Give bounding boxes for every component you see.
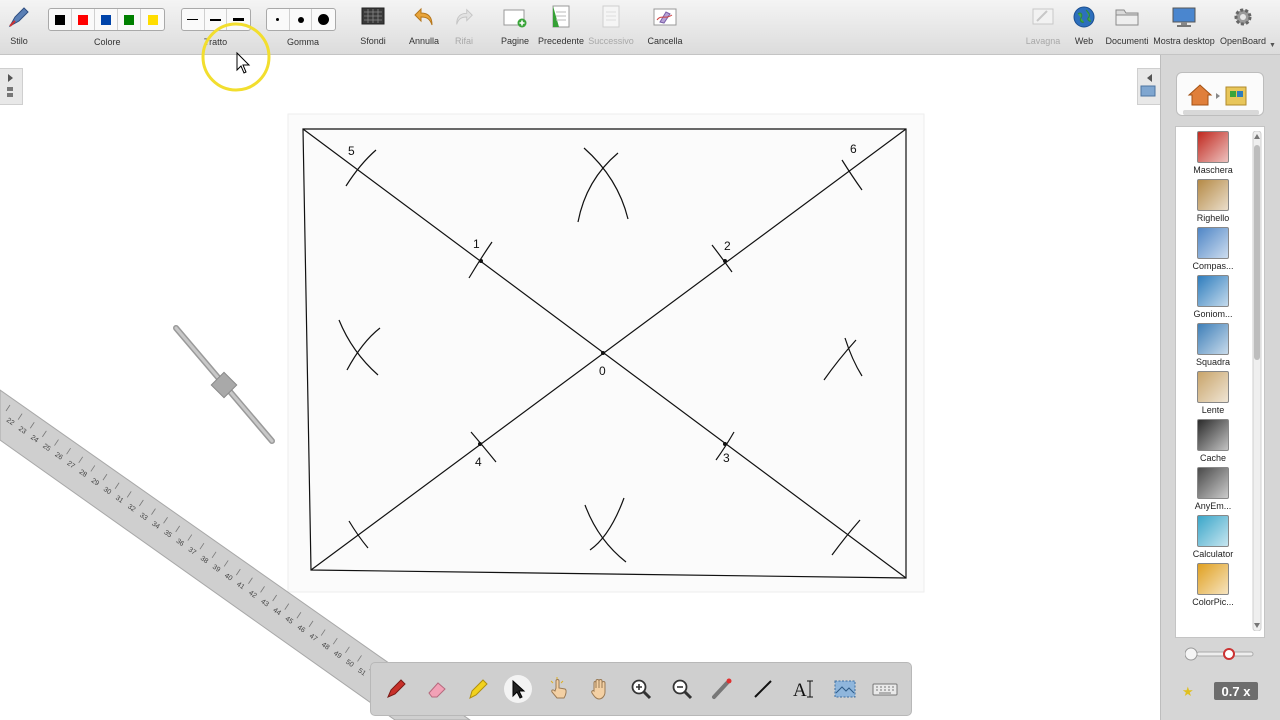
ruler-icon xyxy=(1197,179,1229,211)
nav-scrollbar xyxy=(1183,110,1259,115)
library-item[interactable]: Calculator xyxy=(1176,515,1250,559)
breadcrumb-arrow-icon xyxy=(1216,93,1220,99)
chevron-down-icon[interactable]: ▼ xyxy=(1269,42,1276,49)
library-item-label: Goniom... xyxy=(1193,309,1233,319)
library-item-label: Lente xyxy=(1201,405,1225,415)
point-2 xyxy=(723,259,727,263)
expand-arrow-icon xyxy=(8,74,13,82)
library-items-panel: Maschera Righello Compas... Goniom... Squadr… xyxy=(1175,126,1265,638)
point-label-4: 4 xyxy=(475,455,482,469)
library-item-label: Righello xyxy=(1196,213,1230,223)
library-item[interactable]: Compas... xyxy=(1176,227,1250,271)
hand-icon[interactable] xyxy=(586,675,614,703)
eraser-icon[interactable] xyxy=(423,675,451,703)
compass-icon xyxy=(1197,227,1229,259)
interact-icon[interactable] xyxy=(545,675,573,703)
library-folder-icon xyxy=(1225,86,1247,106)
favorite-star-icon[interactable]: ★ xyxy=(1182,684,1194,700)
library-item[interactable]: Squadra xyxy=(1176,323,1250,367)
compass-tool[interactable] xyxy=(173,325,275,444)
library-item-label: Calculator xyxy=(1192,549,1234,559)
point-0 xyxy=(601,351,605,355)
left-panel-toggle[interactable] xyxy=(0,68,23,105)
openboard-label: OpenBoard xyxy=(1219,36,1267,46)
library-item[interactable]: AnyEm... xyxy=(1176,467,1250,511)
library-item[interactable]: Righello xyxy=(1176,179,1250,223)
cache-icon xyxy=(1197,419,1229,451)
library-item[interactable]: Goniom... xyxy=(1176,275,1250,319)
library-item-label: Squadra xyxy=(1195,357,1231,367)
calculator-icon xyxy=(1197,515,1229,547)
point-3 xyxy=(723,442,727,446)
tool-palette: A xyxy=(370,662,912,716)
zoom-value: 0.7 x xyxy=(1214,682,1258,700)
library-icon xyxy=(1140,85,1156,97)
line-icon[interactable] xyxy=(749,675,777,703)
library-zoom-slider[interactable] xyxy=(1185,647,1259,661)
mouse-cursor-icon xyxy=(236,51,251,74)
select-icon[interactable] xyxy=(504,675,532,703)
scroll-thumb xyxy=(1254,145,1260,360)
library-item-label: Cache xyxy=(1199,453,1226,463)
gear-icon xyxy=(1230,4,1256,30)
library-item-label: Compas... xyxy=(1192,261,1234,271)
point-label-6: 6 xyxy=(850,142,857,156)
right-panel-toggle[interactable] xyxy=(1137,68,1160,105)
point-label-2: 2 xyxy=(724,239,731,253)
capture-icon[interactable] xyxy=(831,675,859,703)
magnifier-icon xyxy=(1197,371,1229,403)
keyboard-icon[interactable] xyxy=(871,675,899,703)
library-item-label: AnyEm... xyxy=(1194,501,1232,511)
whiteboard-canvas[interactable]: 5 6 1 2 0 4 3 22232425262728293031323334… xyxy=(0,0,1160,720)
point-label-1: 1 xyxy=(473,237,480,251)
point-label-0: 0 xyxy=(599,364,606,378)
highlighter-icon[interactable] xyxy=(464,675,492,703)
laser-pointer-icon[interactable] xyxy=(708,675,736,703)
home-icon xyxy=(1187,84,1213,106)
library-item[interactable]: Cache xyxy=(1176,419,1250,463)
openboard-window: Stilo Colore Tratto Gomma Sfondi Annulla… xyxy=(0,0,1280,720)
point-4 xyxy=(478,442,482,446)
point-1 xyxy=(479,259,483,263)
library-scrollbar[interactable] xyxy=(1252,131,1262,631)
library-sidebar: Maschera Righello Compas... Goniom... Squadr… xyxy=(1160,55,1280,720)
zoom-out-icon[interactable] xyxy=(668,675,696,703)
library-item[interactable]: ColorPic... xyxy=(1176,563,1250,607)
set-square-icon xyxy=(1197,323,1229,355)
library-item[interactable]: Maschera xyxy=(1176,131,1250,175)
monitor-icon xyxy=(1171,4,1197,30)
library-item-label: ColorPic... xyxy=(1192,597,1234,607)
film-icon xyxy=(1197,467,1229,499)
text-icon[interactable]: A xyxy=(790,675,818,703)
zoom-slider-handle xyxy=(1223,648,1235,660)
mask-icon xyxy=(1197,131,1229,163)
pages-thumbnail-icon xyxy=(7,87,13,91)
cursor-highlight xyxy=(201,22,271,92)
library-item[interactable]: Lente xyxy=(1176,371,1250,415)
openboard-menu-button[interactable]: OpenBoard xyxy=(1218,4,1268,46)
library-navigation xyxy=(1176,72,1264,116)
pen-icon[interactable] xyxy=(382,675,410,703)
show-desktop-label: Mostra desktop xyxy=(1153,36,1215,46)
show-desktop-button[interactable]: Mostra desktop xyxy=(1152,4,1216,46)
point-label-5: 5 xyxy=(348,144,355,158)
collapse-arrow-icon xyxy=(1147,74,1152,82)
point-label-3: 3 xyxy=(723,451,730,465)
svg-text:A: A xyxy=(793,680,807,701)
zoom-in-icon[interactable] xyxy=(627,675,655,703)
library-item-label: Maschera xyxy=(1193,165,1233,175)
color-picker-icon xyxy=(1197,563,1229,595)
protractor-icon xyxy=(1197,275,1229,307)
